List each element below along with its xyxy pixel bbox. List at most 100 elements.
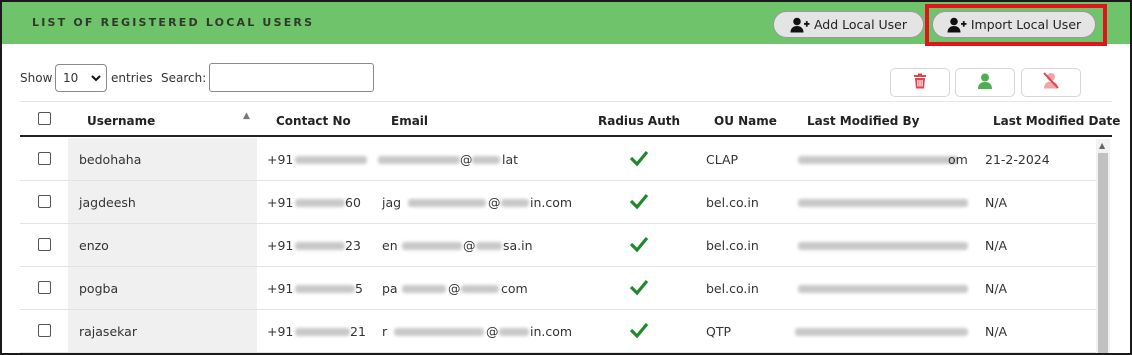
redacted-email: [402, 285, 446, 293]
email-end: in.com: [530, 324, 573, 339]
redacted-modified-by: [795, 328, 968, 336]
contact-suffix: 21: [350, 324, 366, 339]
check-icon: [629, 235, 649, 253]
col-last-modified-by[interactable]: Last Modified By: [807, 114, 919, 128]
table-header: Username ▲ Contact No Email Radius Auth …: [20, 101, 1120, 137]
enable-users-button[interactable]: [955, 68, 1015, 97]
vertical-scrollbar[interactable]: ▲: [1096, 139, 1110, 353]
email-at: @: [486, 324, 499, 339]
ou-name: bel.co.in: [706, 238, 759, 253]
page-size-value: 10: [63, 71, 79, 85]
check-icon: [629, 321, 649, 339]
contact-prefix: +91: [267, 324, 294, 339]
redacted-email: [402, 242, 462, 250]
row-checkbox[interactable]: [38, 152, 51, 165]
last-modified-date: N/A: [985, 324, 1008, 339]
email-end: lat: [502, 152, 519, 167]
redacted-modified-by: [798, 242, 968, 250]
table-row: rajasekar +91 21 r @ in.com QTP N/A: [20, 310, 1096, 353]
contact-prefix: +91: [267, 152, 294, 167]
check-icon: [629, 149, 649, 167]
add-local-user-label: Add Local User: [813, 17, 908, 32]
last-modified-date: N/A: [985, 195, 1008, 210]
row-checkbox[interactable]: [38, 238, 51, 251]
email-prefix: jag: [382, 195, 402, 210]
page-size-select[interactable]: 10: [55, 64, 107, 92]
row-checkbox[interactable]: [38, 195, 51, 208]
col-radius-auth[interactable]: Radius Auth: [598, 114, 680, 128]
sort-asc-icon[interactable]: ▲: [243, 111, 250, 121]
table-row: jagdeesh +91 60 jag @ in.com bel.co.in N…: [20, 181, 1096, 224]
email-prefix: r: [382, 324, 388, 339]
last-modified-date: N/A: [985, 238, 1008, 253]
redacted-email: [378, 156, 460, 164]
redacted-email-domain: [461, 285, 499, 293]
redacted-modified-by: [798, 156, 958, 164]
panel-title: LIST OF REGISTERED LOCAL USERS: [32, 16, 315, 29]
row-checkbox[interactable]: [38, 324, 51, 337]
col-last-modified-date[interactable]: Last Modified Date: [993, 114, 1120, 128]
table-row: enzo +91 23 en @ sa.in bel.co.in N/A: [20, 224, 1096, 267]
redacted-email: [394, 328, 484, 336]
ou-name: CLAP: [706, 152, 739, 167]
ou-name: bel.co.in: [706, 195, 759, 210]
select-all-checkbox[interactable]: [38, 112, 51, 125]
ou-name: bel.co.in: [706, 281, 759, 296]
email-end: in.com: [530, 195, 573, 210]
email-at: @: [488, 195, 501, 210]
scrollbar-thumb[interactable]: [1098, 153, 1108, 353]
redacted-email-domain: [472, 156, 500, 164]
user-enable-icon: [977, 73, 993, 93]
delete-users-button[interactable]: [890, 68, 950, 97]
col-username[interactable]: Username: [87, 114, 155, 128]
modified-by-end: om: [948, 152, 968, 167]
username: bedohaha: [79, 152, 142, 167]
email-prefix: en: [382, 238, 398, 253]
redacted-contact: [295, 156, 367, 164]
col-ou-name[interactable]: OU Name: [714, 114, 777, 128]
last-modified-date: N/A: [985, 281, 1008, 296]
contact-suffix: 23: [345, 238, 361, 253]
trash-icon: [913, 73, 927, 93]
redacted-email-domain: [499, 328, 529, 336]
username: jagdeesh: [79, 195, 136, 210]
add-local-user-button[interactable]: Add Local User: [773, 11, 924, 38]
username: pogba: [79, 281, 119, 296]
contact-suffix: 5: [355, 281, 363, 296]
scroll-up-icon[interactable]: ▲: [1099, 141, 1105, 150]
email-at: @: [463, 238, 476, 253]
email-at: @: [448, 281, 461, 296]
email-suffix: @: [460, 152, 473, 167]
row-checkbox[interactable]: [38, 281, 51, 294]
redacted-email: [408, 199, 486, 207]
check-icon: [629, 192, 649, 210]
check-icon: [629, 278, 649, 296]
redacted-contact: [295, 199, 345, 207]
ou-name: QTP: [706, 324, 732, 339]
redacted-contact: [295, 242, 345, 250]
email-prefix: pa: [382, 281, 398, 296]
contact-prefix: +91: [267, 238, 294, 253]
redacted-email-domain: [476, 242, 502, 250]
email-end: sa.in: [503, 238, 533, 253]
username: enzo: [79, 238, 109, 253]
redacted-email-domain: [501, 199, 529, 207]
table-row: bedohaha +91 @ lat CLAP om 21-2-2024: [20, 138, 1096, 181]
import-highlight-box: [925, 4, 1107, 46]
user-disable-icon: [1042, 72, 1060, 93]
redacted-modified-by: [798, 199, 968, 207]
disable-users-button[interactable]: [1021, 68, 1081, 97]
search-label: Search:: [161, 71, 207, 85]
redacted-modified-by: [798, 285, 968, 293]
table-row: pogba +91 5 pa @ com bel.co.in N/A: [20, 267, 1096, 310]
search-input[interactable]: [209, 63, 374, 92]
show-label: Show: [20, 71, 53, 85]
chevron-down-icon: [91, 68, 101, 98]
redacted-contact: [295, 285, 355, 293]
col-contact[interactable]: Contact No: [276, 114, 351, 128]
entries-label: entries: [111, 71, 153, 85]
contact-suffix: 60: [345, 195, 361, 210]
contact-prefix: +91: [267, 281, 294, 296]
email-end: com: [501, 281, 528, 296]
col-email[interactable]: Email: [391, 114, 428, 128]
